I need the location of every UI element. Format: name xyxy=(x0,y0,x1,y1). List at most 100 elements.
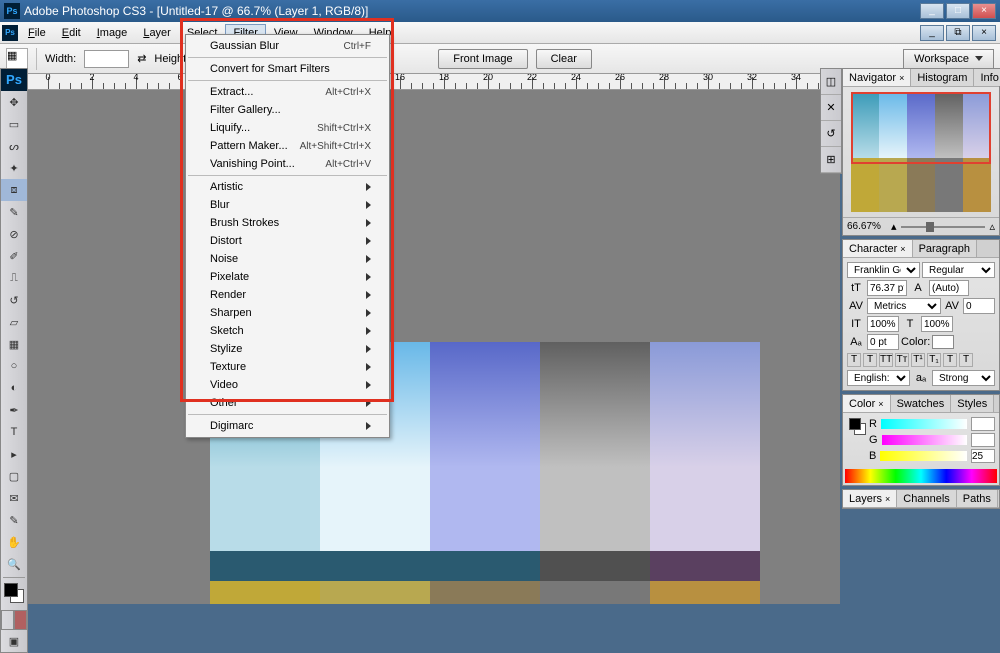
notes-tool[interactable]: ✉ xyxy=(1,487,27,509)
g-slider[interactable] xyxy=(882,435,967,445)
type-tool[interactable]: T xyxy=(1,421,27,443)
swap-icon[interactable]: ⇄ xyxy=(137,52,146,65)
menu-edit[interactable]: Edit xyxy=(54,24,89,42)
tool-preset-icon[interactable]: ▦ xyxy=(6,48,28,70)
hand-tool[interactable]: ✋ xyxy=(1,531,27,553)
menu-item-pattern-maker-[interactable]: Pattern Maker...Alt+Shift+Ctrl+X xyxy=(186,137,389,155)
hscale-input[interactable] xyxy=(921,316,953,332)
color-picker[interactable] xyxy=(1,580,27,610)
menu-item-vanishing-point-[interactable]: Vanishing Point...Alt+Ctrl+V xyxy=(186,155,389,173)
zoom-out-icon[interactable]: ▴ xyxy=(891,220,897,233)
font-style-select[interactable]: Regular xyxy=(922,262,995,278)
shape-tool[interactable]: ▢ xyxy=(1,465,27,487)
menu-item-digimarc[interactable]: Digimarc xyxy=(186,417,389,435)
tab-histogram[interactable]: Histogram xyxy=(911,69,974,86)
tab-info[interactable]: Info xyxy=(974,69,1000,86)
tab-paragraph[interactable]: Paragraph xyxy=(913,240,977,257)
width-input[interactable] xyxy=(84,50,129,68)
vscale-input[interactable] xyxy=(867,316,899,332)
allcaps-button[interactable]: TT xyxy=(879,353,893,367)
slice-tool[interactable]: ✎ xyxy=(1,201,27,223)
menu-item-pixelate[interactable]: Pixelate xyxy=(186,268,389,286)
blur-tool[interactable]: ○ xyxy=(1,355,27,377)
doc-minimize-button[interactable]: _ xyxy=(920,25,944,41)
stamp-tool[interactable]: ⎍ xyxy=(1,267,27,289)
tab-paths[interactable]: Paths xyxy=(957,490,998,507)
pen-tool[interactable]: ✒ xyxy=(1,399,27,421)
menu-item-blur[interactable]: Blur xyxy=(186,196,389,214)
brush-tool[interactable]: ✐ xyxy=(1,245,27,267)
menu-item-video[interactable]: Video xyxy=(186,376,389,394)
lasso-tool[interactable]: ᔕ xyxy=(1,135,27,157)
close-button[interactable]: × xyxy=(972,3,996,19)
doc-restore-button[interactable]: ⧉ xyxy=(946,25,970,41)
color-fgbg-swatch[interactable] xyxy=(849,418,867,436)
font-size-input[interactable] xyxy=(867,280,907,296)
menu-item-other[interactable]: Other xyxy=(186,394,389,412)
menu-item-distort[interactable]: Distort xyxy=(186,232,389,250)
menu-layer[interactable]: Layer xyxy=(135,24,179,42)
tab-styles[interactable]: Styles xyxy=(951,395,994,412)
color-spectrum[interactable] xyxy=(845,469,997,483)
marquee-tool[interactable]: ▭ xyxy=(1,113,27,135)
doc-close-button[interactable]: × xyxy=(972,25,996,41)
smallcaps-button[interactable]: Tᴛ xyxy=(895,353,909,367)
zoom-track[interactable] xyxy=(901,226,986,228)
b-slider[interactable] xyxy=(880,451,967,461)
zoom-slider[interactable]: 66.67% ▴ ▵ xyxy=(843,217,999,235)
menu-item-liquify-[interactable]: Liquify...Shift+Ctrl+X xyxy=(186,119,389,137)
superscript-button[interactable]: T¹ xyxy=(911,353,925,367)
menu-item-artistic[interactable]: Artistic xyxy=(186,178,389,196)
leading-input[interactable] xyxy=(929,280,969,296)
eyedropper-tool[interactable]: ✎ xyxy=(1,509,27,531)
menu-item-render[interactable]: Render xyxy=(186,286,389,304)
text-color-swatch[interactable] xyxy=(932,335,954,349)
tracking-input[interactable] xyxy=(963,298,995,314)
g-input[interactable] xyxy=(971,433,995,447)
b-input[interactable] xyxy=(971,449,995,463)
history-brush-tool[interactable]: ↺ xyxy=(1,289,27,311)
eraser-tool[interactable]: ▱ xyxy=(1,311,27,333)
maximize-button[interactable]: □ xyxy=(946,3,970,19)
dock-icon[interactable]: ⊞ xyxy=(821,147,841,173)
r-slider[interactable] xyxy=(881,419,967,429)
magic-wand-tool[interactable]: ✦ xyxy=(1,157,27,179)
menu-item-gaussian-blur[interactable]: Gaussian BlurCtrl+F xyxy=(186,37,389,55)
move-tool[interactable]: ✥ xyxy=(1,91,27,113)
menu-item-convert-for-smart-filters[interactable]: Convert for Smart Filters xyxy=(186,60,389,78)
tab-color[interactable]: Color× xyxy=(843,395,891,412)
bold-button[interactable]: T xyxy=(847,353,861,367)
antialias-select[interactable]: Strong xyxy=(932,370,995,386)
strike-button[interactable]: T xyxy=(959,353,973,367)
quick-mask-toggle[interactable] xyxy=(1,610,27,630)
gradient-tool[interactable]: ▦ xyxy=(1,333,27,355)
zoom-in-icon[interactable]: ▵ xyxy=(989,220,995,233)
kerning-select[interactable]: Metrics xyxy=(867,298,941,314)
underline-button[interactable]: T xyxy=(943,353,957,367)
menu-item-brush-strokes[interactable]: Brush Strokes xyxy=(186,214,389,232)
dock-icon[interactable]: ◫ xyxy=(821,69,841,95)
canvas-area[interactable] xyxy=(28,90,840,604)
dock-icon[interactable]: ↺ xyxy=(821,121,841,147)
menu-file[interactable]: File xyxy=(20,24,54,42)
dock-icon[interactable]: ✕ xyxy=(821,95,841,121)
menu-item-sketch[interactable]: Sketch xyxy=(186,322,389,340)
healing-tool[interactable]: ⊘ xyxy=(1,223,27,245)
menu-item-filter-gallery-[interactable]: Filter Gallery... xyxy=(186,101,389,119)
menu-image[interactable]: Image xyxy=(89,24,136,42)
italic-button[interactable]: T xyxy=(863,353,877,367)
tab-channels[interactable]: Channels xyxy=(897,490,956,507)
menu-item-stylize[interactable]: Stylize xyxy=(186,340,389,358)
tab-swatches[interactable]: Swatches xyxy=(891,395,952,412)
path-select-tool[interactable]: ▸ xyxy=(1,443,27,465)
navigator-thumbnail[interactable] xyxy=(851,92,991,212)
menu-item-noise[interactable]: Noise xyxy=(186,250,389,268)
menu-item-sharpen[interactable]: Sharpen xyxy=(186,304,389,322)
foreground-color-swatch[interactable] xyxy=(4,583,18,597)
zoom-tool[interactable]: 🔍 xyxy=(1,553,27,575)
clear-button[interactable]: Clear xyxy=(536,49,592,69)
front-image-button[interactable]: Front Image xyxy=(438,49,527,69)
workspace-dropdown[interactable]: Workspace xyxy=(903,49,994,69)
r-input[interactable] xyxy=(971,417,995,431)
tab-navigator[interactable]: Navigator× xyxy=(843,69,911,86)
